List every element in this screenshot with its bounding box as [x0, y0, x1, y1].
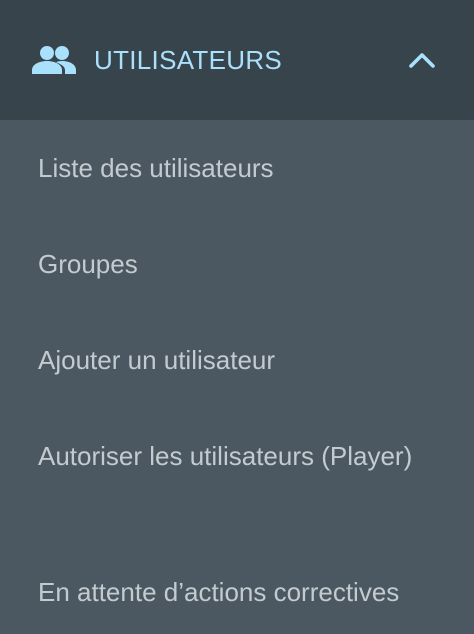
submenu-item-user-list[interactable]: Liste des utilisateurs — [38, 148, 458, 188]
submenu-item-pending-corrective-actions[interactable]: En attente d’actions correctives — [38, 572, 458, 612]
people-icon — [32, 46, 76, 74]
submenu-item-groups[interactable]: Groupes — [38, 244, 458, 284]
users-menu: UTILISATEURS Liste des utilisateurs Grou… — [0, 0, 474, 634]
section-title: UTILISATEURS — [94, 45, 283, 75]
chevron-up-icon[interactable] — [408, 48, 436, 72]
submenu-item-add-user[interactable]: Ajouter un utilisateur — [38, 340, 458, 380]
submenu-item-authorize-users[interactable]: Autoriser les utilisateurs (Player) — [38, 436, 458, 476]
users-section-header[interactable]: UTILISATEURS — [0, 0, 474, 120]
